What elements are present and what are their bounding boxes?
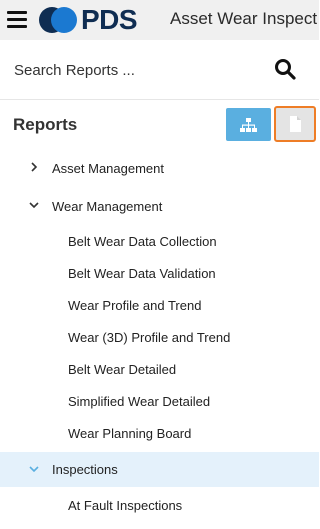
report-item-label: Wear (3D) Profile and Trend xyxy=(68,330,231,345)
report-item-wear-3d-profile-and-trend[interactable]: Wear (3D) Profile and Trend xyxy=(0,321,319,353)
app-title: Asset Wear Inspect xyxy=(170,9,318,28)
tree-node-label: Inspections xyxy=(52,462,118,477)
sitemap-icon xyxy=(240,118,257,132)
tree-node-wear-management[interactable]: Wear Management xyxy=(0,190,319,222)
tree-node-inspections[interactable]: Inspections xyxy=(0,452,319,487)
logo-text: PDS xyxy=(81,4,138,35)
reports-title: Reports xyxy=(13,115,78,134)
tree-node-label: Asset Management xyxy=(52,161,165,176)
tree-node-label: Wear Management xyxy=(52,199,163,214)
search-input[interactable] xyxy=(14,60,254,80)
report-item-label: Simplified Wear Detailed xyxy=(68,394,211,409)
app-header: PDS Asset Wear Inspect xyxy=(0,0,319,40)
report-item-label: Belt Wear Data Validation xyxy=(68,266,216,281)
report-item-label: Wear Planning Board xyxy=(68,426,192,441)
report-item-label: Belt Wear Detailed xyxy=(68,362,177,377)
chevron-down-icon xyxy=(29,202,39,209)
report-item-label: Wear Profile and Trend xyxy=(68,298,202,313)
search-bar xyxy=(0,40,319,100)
search-icon[interactable] xyxy=(274,58,296,80)
report-item-belt-wear-detailed[interactable]: Belt Wear Detailed xyxy=(0,353,319,385)
chevron-right-icon xyxy=(31,162,38,172)
report-item-belt-wear-data-validation[interactable]: Belt Wear Data Validation xyxy=(0,257,319,289)
report-item-simplified-wear-detailed[interactable]: Simplified Wear Detailed xyxy=(0,385,319,417)
reports-toolbar: Reports xyxy=(0,100,319,150)
report-item-belt-wear-data-collection[interactable]: Belt Wear Data Collection xyxy=(0,225,319,257)
report-item-label: Belt Wear Data Collection xyxy=(68,234,217,249)
report-item-at-fault-inspections[interactable]: At Fault Inspections xyxy=(0,489,319,521)
report-item-wear-profile-and-trend[interactable]: Wear Profile and Trend xyxy=(0,289,319,321)
hierarchy-view-button[interactable] xyxy=(226,108,271,141)
document-icon xyxy=(290,116,301,132)
hamburger-menu-icon[interactable] xyxy=(7,10,27,28)
report-item-wear-planning-board[interactable]: Wear Planning Board xyxy=(0,417,319,449)
report-item-label: At Fault Inspections xyxy=(68,498,183,513)
tree-node-asset-management[interactable]: Asset Management xyxy=(0,152,319,184)
document-view-button[interactable] xyxy=(274,106,316,142)
chevron-down-icon xyxy=(29,466,39,473)
pds-logo: PDS xyxy=(39,4,157,35)
